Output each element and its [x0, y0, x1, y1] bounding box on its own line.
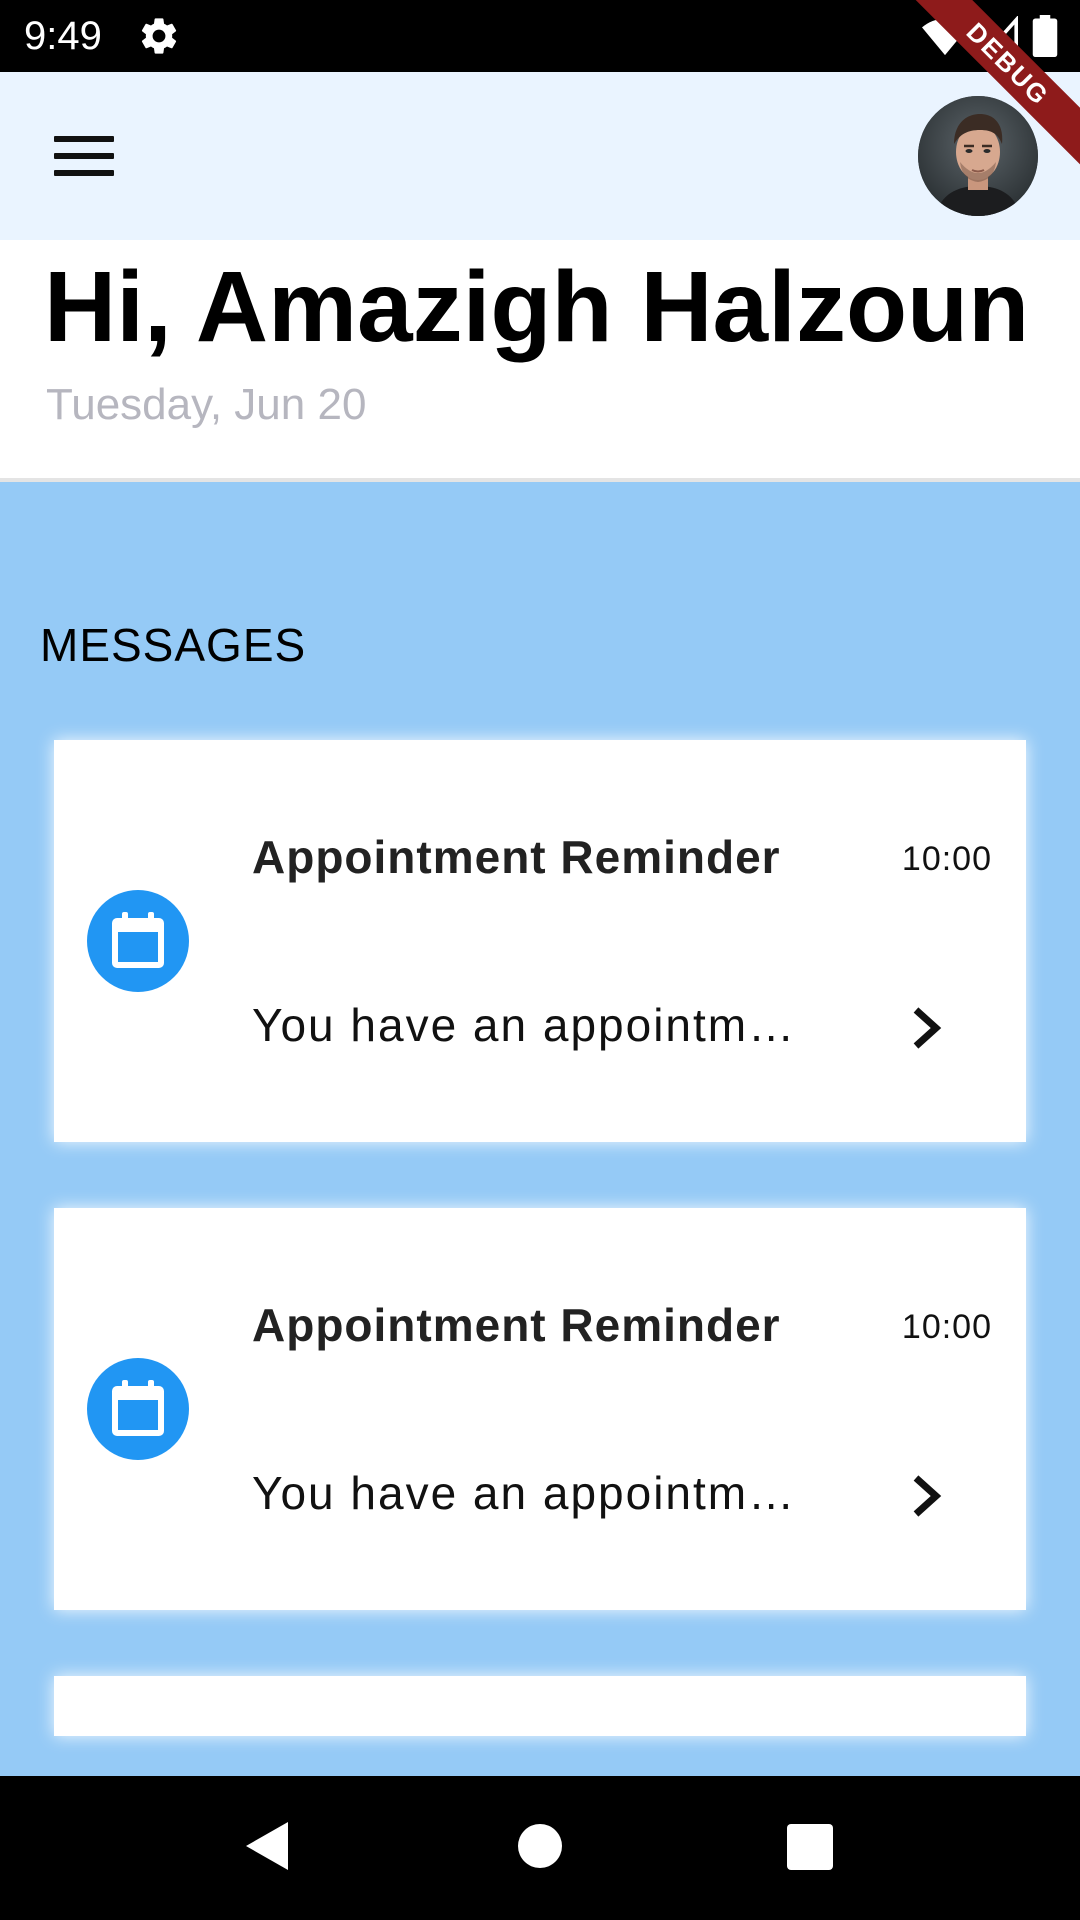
calendar-icon [87, 1358, 189, 1460]
chevron-right-icon[interactable] [906, 1006, 946, 1050]
messages-area: MESSAGES Appointment Reminder 10:00 You … [0, 482, 1080, 1776]
greeting-title: Hi, Amazigh Halzoun [44, 251, 1030, 363]
greeting-date: Tuesday, Jun 20 [46, 380, 367, 429]
message-title: Appointment Reminder [252, 831, 781, 883]
message-time: 10:00 [901, 840, 992, 878]
back-icon[interactable] [244, 1820, 290, 1872]
chevron-right-icon[interactable] [906, 1474, 946, 1518]
message-time: 10:00 [901, 1308, 992, 1346]
recents-icon[interactable] [787, 1824, 833, 1870]
message-card[interactable]: Appointment Reminder 10:00 You have an a… [54, 740, 1026, 1142]
hamburger-menu-icon[interactable] [54, 136, 114, 180]
battery-icon [1032, 15, 1058, 57]
calendar-icon [87, 890, 189, 992]
user-avatar[interactable] [918, 96, 1038, 216]
avatar-portrait [918, 96, 1038, 216]
message-preview: You have an appointm… [252, 1467, 797, 1519]
message-preview: You have an appointm… [252, 999, 797, 1051]
message-card-partial[interactable] [54, 1676, 1026, 1736]
settings-icon [141, 18, 177, 54]
status-time: 9:49 [24, 14, 102, 58]
system-nav-bar [0, 1776, 1080, 1920]
message-title: Appointment Reminder [252, 1299, 781, 1351]
status-bar: 9:49 [0, 0, 1080, 72]
message-card[interactable]: Appointment Reminder 10:00 You have an a… [54, 1208, 1026, 1610]
messages-section-title: MESSAGES [40, 619, 307, 671]
app-bar [0, 72, 1080, 240]
home-icon[interactable] [518, 1824, 562, 1868]
